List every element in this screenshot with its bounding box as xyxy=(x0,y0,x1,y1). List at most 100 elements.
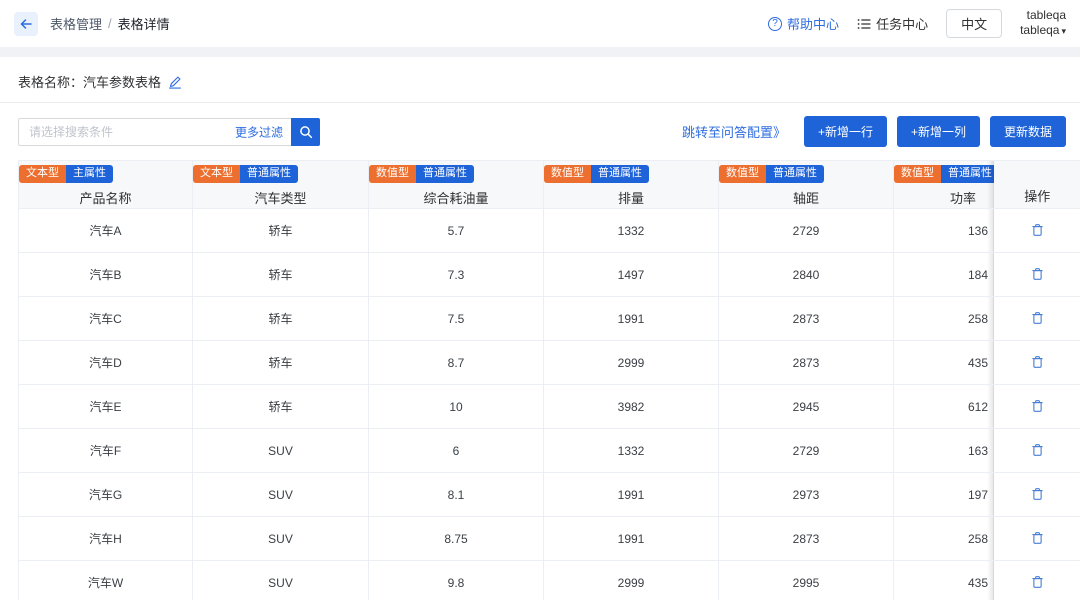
delete-icon xyxy=(1032,488,1043,500)
table-row: 汽车W SUV 9.8 2999 2995 435 xyxy=(18,560,1080,600)
table-cell: 7.5 xyxy=(368,296,544,341)
table-cell: SUV xyxy=(192,428,369,473)
table-cell: 8.1 xyxy=(368,472,544,517)
task-center-link[interactable]: 任务中心 xyxy=(857,14,928,33)
table-cell: 1991 xyxy=(543,296,719,341)
delete-row-button[interactable] xyxy=(1029,353,1046,371)
column-label: 功率 xyxy=(949,191,976,206)
update-data-button[interactable]: 更新数据 xyxy=(989,116,1066,147)
column-label: 产品名称 xyxy=(79,191,132,206)
data-table: 文本型 主属性 产品名称 文本型 普通属性 汽车类型 数值型 普通属性 综合耗油量 数值型 普通属性… xyxy=(18,160,1080,600)
column-badges: 文本型 普通属性 xyxy=(193,165,368,183)
attr-badge: 普通属性 xyxy=(416,165,474,183)
delete-icon xyxy=(1032,268,1043,280)
add-row-button[interactable]: +新增一行 xyxy=(803,116,887,147)
table-cell: 汽车D xyxy=(18,340,193,385)
table-cell: 197 xyxy=(893,472,994,517)
table-cell: 2873 xyxy=(718,296,894,341)
search-button[interactable] xyxy=(291,117,320,146)
table-cell: 163 xyxy=(893,428,994,473)
table-cell: 汽车G xyxy=(18,472,193,517)
more-filter-link[interactable]: 更多过滤 xyxy=(235,123,283,140)
delete-row-button[interactable] xyxy=(1029,529,1046,547)
delete-row-button[interactable] xyxy=(1029,485,1046,503)
chevron-down-icon: ▾ xyxy=(1061,26,1066,36)
delete-row-button[interactable] xyxy=(1029,221,1046,239)
table-cell: 轿车 xyxy=(192,340,369,385)
back-arrow-icon xyxy=(20,18,32,29)
table-cell: 汽车H xyxy=(18,516,193,561)
table-cell: 汽车B xyxy=(18,252,193,297)
table-cell: SUV xyxy=(192,516,369,561)
delete-row-button[interactable] xyxy=(1029,309,1046,327)
action-cell xyxy=(986,252,1080,297)
account-menu[interactable]: tableqa tableqa ▾ xyxy=(1020,8,1066,39)
column-header-2: 文本型 普通属性 汽车类型 xyxy=(192,160,369,209)
table-body: 汽车A 轿车 5.7 1332 2729 136 汽车B 轿车 7.3 1497 2840 184 汽车… xyxy=(18,208,1080,600)
table-cell: 8.75 xyxy=(368,516,544,561)
task-list-icon xyxy=(857,18,871,29)
breadcrumb: 表格管理 / 表格详情 xyxy=(50,14,170,33)
toolbar: 更多过滤 跳转至问答配置》 +新增一行 +新增一列 更新数据 xyxy=(0,103,1080,160)
column-label: 轴距 xyxy=(792,191,819,206)
column-badges: 数值型 普通属性 xyxy=(544,165,718,183)
action-cell xyxy=(986,208,1080,253)
table-cell: 汽车W xyxy=(18,560,193,600)
type-badge: 数值型 xyxy=(719,165,766,183)
delete-icon xyxy=(1032,400,1043,412)
table-cell: 2973 xyxy=(718,472,894,517)
table-cell: 轿车 xyxy=(192,252,369,297)
delete-row-button[interactable] xyxy=(1029,441,1046,459)
column-badges: 文本型 主属性 xyxy=(19,165,192,183)
table-name-label: 表格名称： xyxy=(18,75,84,90)
delete-row-button[interactable] xyxy=(1029,265,1046,283)
column-header-5: 数值型 普通属性 轴距 xyxy=(718,160,894,209)
column-label: 排量 xyxy=(617,191,644,206)
table-cell: 1332 xyxy=(543,208,719,253)
edit-table-name-button[interactable] xyxy=(168,75,182,89)
table-cell: 2999 xyxy=(543,340,719,385)
add-column-button[interactable]: +新增一列 xyxy=(896,116,980,147)
table-cell: 2999 xyxy=(543,560,719,600)
table-row: 汽车F SUV 6 1332 2729 163 xyxy=(18,428,1080,473)
table-cell: 轿车 xyxy=(192,296,369,341)
action-column-header: 操作 xyxy=(986,160,1080,209)
table-cell: 2873 xyxy=(718,516,894,561)
table-cell: 1991 xyxy=(543,472,719,517)
content-card: 表格名称： 汽车参数表格 更多过滤 跳转至问答配置》 +新增一行 +新增一列 更… xyxy=(0,57,1080,600)
action-cell xyxy=(986,296,1080,341)
type-badge: 数值型 xyxy=(369,165,416,183)
language-button[interactable]: 中文 xyxy=(946,9,1003,38)
delete-icon xyxy=(1032,224,1043,236)
table-cell: 2945 xyxy=(718,384,894,429)
search-group: 更多过滤 xyxy=(18,117,320,146)
table-cell: 435 xyxy=(893,340,994,385)
topbar: 表格管理 / 表格详情 ? 帮助中心 任务中心 中文 tableqa table… xyxy=(0,0,1080,47)
table-cell: 2729 xyxy=(718,208,894,253)
table-row: 汽车E 轿车 10 3982 2945 612 xyxy=(18,384,1080,429)
table-cell: 9.8 xyxy=(368,560,544,600)
qa-config-link[interactable]: 跳转至问答配置》 xyxy=(682,122,786,141)
breadcrumb-parent[interactable]: 表格管理 xyxy=(50,14,102,33)
back-button[interactable] xyxy=(14,11,38,36)
table-cell: 184 xyxy=(893,252,994,297)
table-cell: 汽车F xyxy=(18,428,193,473)
delete-row-button[interactable] xyxy=(1029,397,1046,415)
toolbar-actions: 跳转至问答配置》 +新增一行 +新增一列 更新数据 xyxy=(682,116,1066,147)
type-badge: 数值型 xyxy=(544,165,591,183)
column-badges: 数值型 普通属性 xyxy=(719,165,893,183)
type-badge: 文本型 xyxy=(193,165,240,183)
column-badges: 数值型 普通属性 xyxy=(369,165,543,183)
table-cell: 6 xyxy=(368,428,544,473)
action-cell xyxy=(986,428,1080,473)
attr-badge: 主属性 xyxy=(66,165,113,183)
table-cell: 136 xyxy=(893,208,994,253)
action-cell xyxy=(986,560,1080,600)
table-name-value: 汽车参数表格 xyxy=(83,75,162,90)
search-icon xyxy=(299,125,312,138)
delete-icon xyxy=(1032,444,1043,456)
table-cell: 汽车C xyxy=(18,296,193,341)
action-column-label: 操作 xyxy=(1024,189,1051,204)
delete-row-button[interactable] xyxy=(1029,573,1046,591)
help-center-link[interactable]: ? 帮助中心 xyxy=(768,14,839,33)
